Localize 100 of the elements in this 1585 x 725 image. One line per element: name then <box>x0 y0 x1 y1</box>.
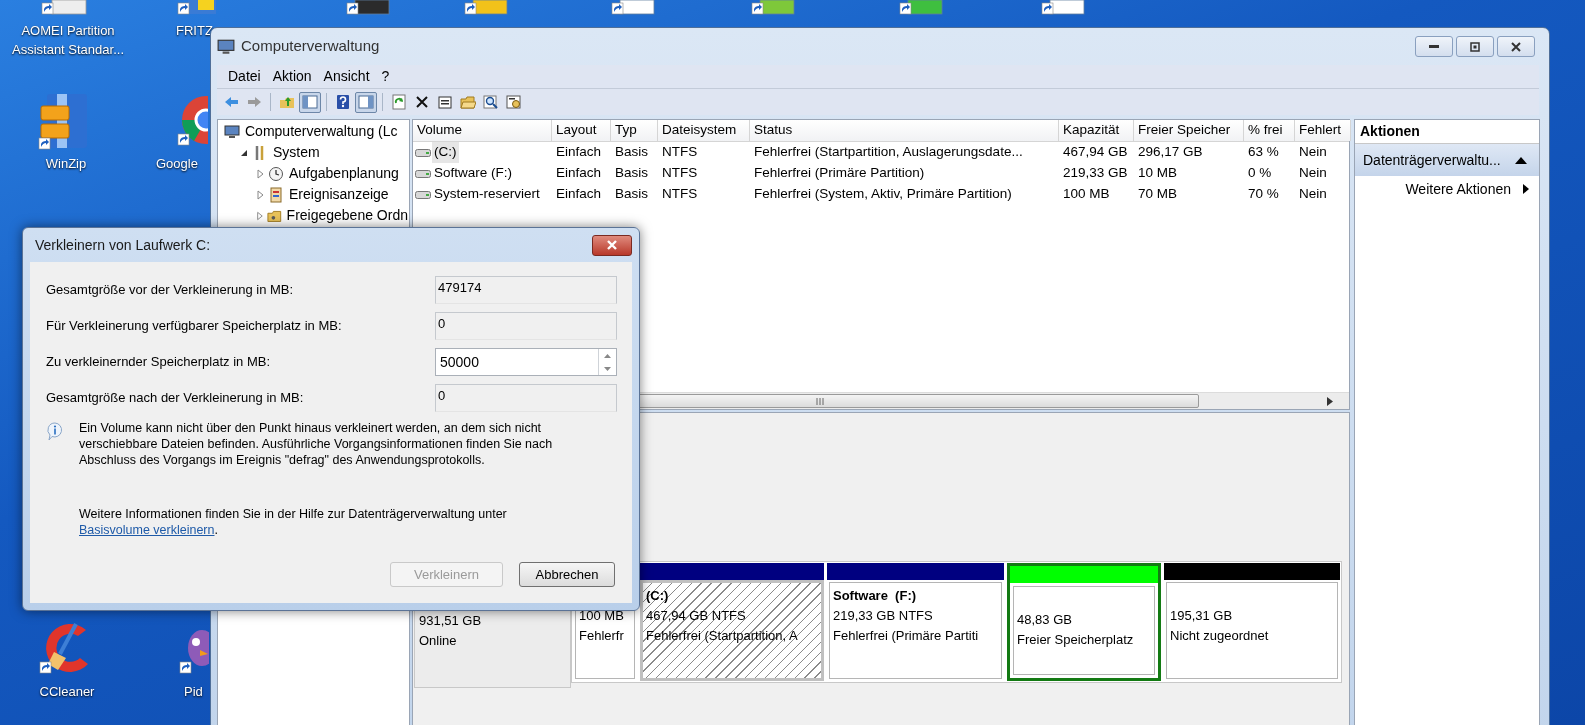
partition-info: 100 MB <box>579 607 625 625</box>
table-cell-text: 63 % <box>1247 143 1280 162</box>
partition-info: Nicht zugeordnet <box>1170 627 1270 645</box>
partition-box[interactable]: Software (F:) 219,33 GB NTFS Fehlerfrei (Primäre Partiti <box>829 582 1002 679</box>
partition-info: 467,94 GB NTFS <box>646 607 747 625</box>
column-header[interactable]: Layout <box>552 120 611 141</box>
column-header[interactable]: Dateisystem <box>658 120 750 141</box>
scroll-right-arrow-icon[interactable] <box>1327 397 1333 406</box>
table-cell-text: 219,33 GB <box>1062 164 1129 183</box>
column-header[interactable]: % frei <box>1244 120 1295 141</box>
tree-item[interactable]: Aufgabenplanung <box>288 163 400 184</box>
table-cell-text: Basis <box>614 164 649 183</box>
drive-label[interactable]: (C:) <box>432 142 459 163</box>
table-cell-text: NTFS <box>661 143 699 162</box>
number-spinner[interactable]: 50000 <box>435 348 617 376</box>
partition-box[interactable]: (C:) 467,94 GB NTFS Fehlerfrei (Startpartition, A <box>640 580 824 681</box>
app-icon[interactable] <box>345 0 391 16</box>
table-cell-text: Nein <box>1298 143 1328 162</box>
close-icon <box>1510 41 1522 52</box>
table-cell-text: 0 % <box>1247 164 1273 183</box>
clock-icon <box>268 165 284 182</box>
drive-icon <box>415 168 431 179</box>
help-text: Weitere Informationen finden Sie in der Hilfe zur Datenträgerverwaltung unter Basisvolume verkleinern. <box>79 506 508 538</box>
table-cell-text: 467,94 GB <box>1062 143 1129 162</box>
menu-item[interactable]: Ansicht <box>318 66 375 87</box>
readonly-field: 0 <box>435 384 617 412</box>
action-link[interactable]: Weitere Aktionen <box>1405 178 1511 200</box>
menu-item[interactable]: ? <box>376 66 395 87</box>
table-cell-text: Fehlerfrei (Startpartition, Auslagerungsdate... <box>753 143 1024 162</box>
readonly-field: 0 <box>435 312 617 340</box>
collapsed-triangle-icon[interactable] <box>254 210 265 221</box>
table-cell-text: Einfach <box>555 185 603 204</box>
field-label: Gesamtgröße nach der Verkleinerung in MB: <box>46 389 305 408</box>
partition-info: Fehlerfrei (Startpartition, A <box>646 627 799 645</box>
computer-icon <box>224 123 240 140</box>
tree-item[interactable]: Freigegebene Ordn <box>285 205 409 226</box>
collapsed-triangle-icon[interactable] <box>254 189 266 200</box>
table-cell-text: 70 MB <box>1137 185 1179 204</box>
partition-info: Fehlerfr <box>579 627 625 645</box>
computer-management-icon <box>217 37 235 56</box>
table-cell-text: Einfach <box>555 164 603 183</box>
partition-info: Freier Speicherplatz <box>1017 631 1135 649</box>
column-header[interactable]: Kapazität <box>1059 120 1134 141</box>
maximize-button[interactable] <box>1456 36 1494 57</box>
tree-item[interactable]: System <box>272 142 321 163</box>
drive-icon <box>415 189 431 200</box>
column-header[interactable]: Freier Speicher <box>1134 120 1244 141</box>
partition-box[interactable]: 48,83 GB Freier Speicherplatz <box>1013 586 1155 675</box>
field-label: Gesamtgröße vor der Verkleinerung in MB: <box>46 281 295 300</box>
table-cell-text: Nein <box>1298 164 1328 183</box>
partition-title: Software (F:) <box>833 587 918 605</box>
column-header[interactable]: Fehlert <box>1295 120 1351 141</box>
desktop-icon-label: CCleaner <box>38 683 96 701</box>
minimize-button[interactable] <box>1415 36 1453 57</box>
partition-info: 195,31 GB <box>1170 607 1234 625</box>
submenu-arrow-icon <box>1523 184 1529 194</box>
field-label: Zu verkleinernder Speicherplatz in MB: <box>46 353 271 372</box>
event-log-icon <box>268 186 284 203</box>
table-cell-text: 10 MB <box>1137 164 1179 183</box>
menu-item[interactable]: Datei <box>223 66 266 87</box>
dialog-button[interactable]: Abbrechen <box>519 562 615 587</box>
dialog-title: Verkleinern von Laufwerk C: <box>35 235 211 255</box>
table-cell-text: Einfach <box>555 143 603 162</box>
tree-item[interactable]: Computerverwaltung (Lc <box>244 121 399 142</box>
table-cell-text: NTFS <box>661 164 699 183</box>
close-button[interactable] <box>1497 36 1535 57</box>
maximize-icon <box>1470 41 1480 52</box>
column-header[interactable]: Status <box>750 120 1059 141</box>
collapse-triangle-icon[interactable] <box>1515 156 1527 164</box>
desktop-icon-label: Pid <box>184 683 203 701</box>
table-cell-text: 296,17 GB <box>1137 143 1204 162</box>
column-header[interactable]: Typ <box>611 120 658 141</box>
actions-section-bar[interactable]: Datenträgerverwaltu... <box>1355 144 1539 176</box>
column-header[interactable]: Volume <box>413 120 552 141</box>
grip-icon <box>815 397 825 405</box>
menu-item[interactable]: Aktion <box>267 66 317 87</box>
table-cell-text: Fehlerfrei (Primäre Partition) <box>753 164 926 183</box>
action-pane-icon[interactable] <box>355 91 377 113</box>
readonly-field: 479174 <box>435 276 617 304</box>
partition-box[interactable]: 195,31 GB Nicht zugeordnet <box>1166 582 1338 679</box>
tree-pane-icon[interactable] <box>299 91 321 113</box>
partition-info: 48,83 GB <box>1017 611 1073 629</box>
collapsed-triangle-icon[interactable] <box>254 168 266 179</box>
minimize-icon <box>1429 44 1439 49</box>
partition-info: Fehlerfrei (Primäre Partiti <box>833 627 980 645</box>
table-cell-text: NTFS <box>661 185 699 204</box>
close-button[interactable] <box>592 234 632 256</box>
table-cell-text: Nein <box>1298 185 1328 204</box>
drive-label[interactable]: System-reserviert <box>432 184 542 205</box>
disk-size: 931,51 GB <box>419 612 483 630</box>
window-title: Computerverwaltung <box>241 36 380 57</box>
table-cell-text: 70 % <box>1247 185 1280 204</box>
field-label: Für Verkleinerung verfügbarer Speicherplatz in MB: <box>46 317 343 336</box>
desktop-icon-label: FRITZ <box>176 22 213 40</box>
drive-label[interactable]: Software (F:) <box>432 163 514 184</box>
spinner-input: 50000 <box>436 349 598 375</box>
tree-item[interactable]: Ereignisanzeige <box>288 184 390 205</box>
partition-info: 219,33 GB NTFS <box>833 607 934 625</box>
table-cell-text: Fehlerfrei (System, Aktiv, Primäre Partition) <box>753 185 1013 204</box>
info-icon <box>46 422 64 442</box>
